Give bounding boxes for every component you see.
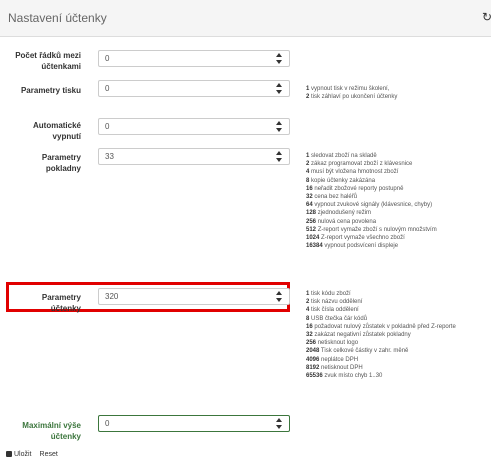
receipt-line-spacing-input[interactable]: 0 xyxy=(98,50,290,67)
spinner-arrows-icon[interactable] xyxy=(276,291,283,302)
receipt-parameters-input[interactable]: 320 xyxy=(98,288,290,305)
help-item: 8 USB čtečka čár kódů xyxy=(306,315,368,322)
field-label-max-receipt-amount: Maximální výše účtenky xyxy=(22,421,81,441)
field-label-print-parameters: Parametry tisku xyxy=(20,86,81,95)
field-label-auto-power-off: Automatické vypnutí xyxy=(32,121,81,141)
max-receipt-amount-input[interactable]: 0 xyxy=(98,415,290,432)
spinner-arrows-icon[interactable] xyxy=(276,151,283,162)
input-value: 0 xyxy=(105,419,110,428)
help-item: 4 tisk čísla oddělení xyxy=(306,307,359,314)
print-parameters-input[interactable]: 0 xyxy=(98,80,290,97)
refresh-icon[interactable]: ↻ xyxy=(482,10,491,24)
help-item: 256 netisknout logo xyxy=(306,340,359,347)
help-item: 4 musí být vložena hmotnost zboží xyxy=(306,169,399,176)
help-item: 2048 Tisk celkové částky v zahr. měně xyxy=(306,348,409,355)
spinner-arrows-icon[interactable] xyxy=(276,121,283,132)
help-item: 8192 netisknout DPH xyxy=(306,364,363,371)
register-parameters-help: 1 sledovat zboží na skladě 2 zákaz progr… xyxy=(306,152,437,250)
help-item: 256 nulová cena povolena xyxy=(306,218,377,225)
help-item: 65536 zvuk místo chyb 1..30 xyxy=(306,373,383,380)
help-item: 16 požadovat nulový zůstatek v pokladně … xyxy=(306,323,456,330)
help-item: 8 kopie účtenky zakázána xyxy=(306,177,376,184)
help-item: 4096 neplátce DPH xyxy=(306,356,359,363)
help-item: 1 tisk kódu zboží xyxy=(306,291,351,297)
page-title: Nastavení účtenky xyxy=(8,11,107,25)
help-item: 128 zjednodušený režim xyxy=(306,210,372,217)
reset-button-label: Reset xyxy=(39,450,58,458)
help-item: 2 zákaz programovat zboží z klávesnice xyxy=(306,161,413,168)
help-item: 32 zakázat negativní zůstatek pokladny xyxy=(306,332,411,339)
help-item: 64 vypnout zvukové signály (klávesnice, … xyxy=(306,202,433,209)
help-item: 1 sledovat zboží na skladě xyxy=(306,153,377,159)
help-item: 1 vypnout tisk v režimu školení, xyxy=(306,86,390,92)
input-value: 0 xyxy=(105,122,110,131)
register-parameters-input[interactable]: 33 xyxy=(98,148,290,165)
auto-power-off-input[interactable]: 0 xyxy=(98,118,290,135)
form-actions: Uložit Reset xyxy=(6,448,58,460)
receipt-parameters-help: 1 tisk kódu zboží 2 tisk názvu oddělení … xyxy=(306,290,456,380)
help-item: 32 cena bez haléřů xyxy=(306,194,358,201)
help-item: 16384 vypnout podsvícení displeje xyxy=(306,243,399,250)
panel-header: Nastavení účtenky ↻ xyxy=(0,0,491,37)
spinner-arrows-icon[interactable] xyxy=(276,53,283,64)
spinner-arrows-icon[interactable] xyxy=(276,83,283,94)
help-item: 1024 Z-report vymaže všechno zboží xyxy=(306,235,405,242)
input-value: 33 xyxy=(105,152,114,161)
input-value: 0 xyxy=(105,84,110,93)
floppy-disk-icon xyxy=(6,451,12,457)
input-value: 320 xyxy=(105,292,119,301)
help-item: 2 tisk záhlaví po ukončení účtenky xyxy=(306,94,398,101)
spinner-arrows-icon[interactable] xyxy=(276,418,283,429)
save-button-label: Uložit xyxy=(14,450,32,458)
field-label-receipt-line-spacing: Počet řádků mezi účtenkami xyxy=(15,51,81,71)
input-value: 0 xyxy=(105,54,110,63)
help-item: 512 Z-report vymaže zboží s nulovým množ… xyxy=(306,226,437,233)
field-label-register-parameters: Parametry pokladny xyxy=(41,153,81,173)
reset-button[interactable]: Reset xyxy=(40,451,58,458)
print-parameters-help: 1 vypnout tisk v režimu školení, 2 tisk … xyxy=(306,85,397,101)
help-item: 2 tisk názvu oddělení xyxy=(306,299,363,306)
help-item: 16 neřadit zbožové reporty postupně xyxy=(306,185,404,192)
field-label-receipt-parameters: Parametry účtenky xyxy=(41,293,81,313)
save-button[interactable]: Uložit xyxy=(6,451,32,458)
